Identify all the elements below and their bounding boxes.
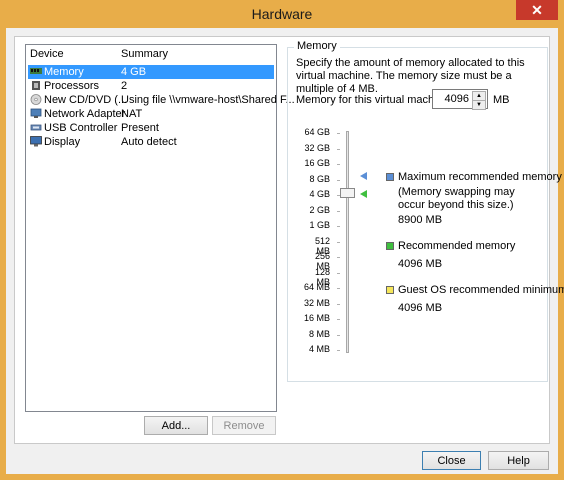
network-adapter-icon bbox=[30, 108, 42, 118]
device-row-display[interactable]: Display Auto detect bbox=[28, 135, 274, 149]
slider-tick bbox=[337, 350, 340, 351]
recommended-legend-icon bbox=[386, 242, 394, 250]
device-name: Display bbox=[44, 136, 81, 148]
max-recommended-marker-icon bbox=[360, 172, 367, 180]
help-button[interactable]: Help bbox=[488, 451, 549, 470]
device-name: New CD/DVD (... bbox=[44, 94, 128, 106]
device-row-cd-dvd[interactable]: New CD/DVD (... Using file \\vmware-host… bbox=[28, 93, 295, 107]
slider-tick bbox=[337, 257, 340, 258]
close-button[interactable]: Close bbox=[422, 451, 481, 470]
device-name: Network Adapter bbox=[44, 108, 126, 120]
max-recommended-note: (Memory swapping may occur beyond this s… bbox=[398, 186, 515, 211]
guest-minimum-title: Guest OS recommended minimum bbox=[398, 284, 564, 296]
slider-tick-label: 64 MB bbox=[303, 282, 330, 292]
slider-tick bbox=[337, 273, 340, 274]
slider-tick bbox=[337, 242, 340, 243]
max-recommended-value: 8900 MB bbox=[398, 214, 443, 226]
processor-icon bbox=[32, 81, 40, 90]
memory-group-label: Memory bbox=[294, 40, 340, 52]
column-header-device[interactable]: Device bbox=[30, 48, 64, 60]
slider-tick bbox=[337, 288, 340, 289]
device-list[interactable]: Device Summary Memory 4 GB Processors 2 … bbox=[25, 44, 295, 412]
add-device-button[interactable]: Add... bbox=[144, 416, 208, 435]
remove-device-button[interactable]: Remove bbox=[212, 416, 276, 435]
device-summary: Present bbox=[121, 122, 159, 134]
slider-tick bbox=[337, 226, 340, 227]
stepper-down-icon[interactable]: ▼ bbox=[472, 100, 486, 110]
column-header-summary[interactable]: Summary bbox=[121, 48, 168, 60]
memory-size-stepper[interactable]: 4096 ▲ ▼ bbox=[432, 89, 488, 110]
window-frame-right bbox=[558, 28, 564, 480]
device-summary: Auto detect bbox=[121, 136, 177, 148]
memory-icon bbox=[30, 68, 42, 74]
guest-minimum-legend-icon bbox=[386, 286, 394, 294]
usb-controller-icon bbox=[30, 124, 42, 131]
window-frame-bottom bbox=[0, 474, 564, 480]
slider-tick-label: 4 GB bbox=[309, 189, 330, 199]
device-name: USB Controller bbox=[44, 122, 118, 134]
recommended-title: Recommended memory bbox=[398, 240, 516, 252]
max-recommended-title: Maximum recommended memory bbox=[398, 171, 562, 183]
device-summary: 4 GB bbox=[121, 66, 147, 78]
slider-tick-label: 8 MB bbox=[308, 329, 330, 339]
device-name: Processors bbox=[44, 80, 100, 92]
slider-tick-label: 2 GB bbox=[309, 205, 330, 215]
slider-tick-label: 16 MB bbox=[303, 313, 330, 323]
window-title: Hardware bbox=[251, 6, 313, 22]
slider-tick-label: 32 GB bbox=[304, 143, 330, 153]
memory-slider-thumb[interactable] bbox=[340, 188, 355, 198]
device-summary: Using file \\vmware-host\Shared F... bbox=[121, 94, 295, 106]
device-row-usb-controller[interactable]: USB Controller Present bbox=[28, 121, 274, 135]
memory-slider-track[interactable] bbox=[346, 131, 349, 353]
slider-tick-label: 32 MB bbox=[303, 298, 330, 308]
slider-tick-label: 4 MB bbox=[308, 344, 330, 354]
memory-unit-label: MB bbox=[493, 94, 510, 106]
slider-tick-label: 8 GB bbox=[309, 174, 330, 184]
slider-tick bbox=[337, 319, 340, 320]
slider-tick bbox=[337, 304, 340, 305]
recommended-value: 4096 MB bbox=[398, 258, 443, 270]
slider-tick bbox=[337, 335, 340, 336]
display-icon bbox=[30, 136, 42, 147]
guest-minimum-value: 4096 MB bbox=[398, 302, 443, 314]
device-row-processors[interactable]: Processors 2 bbox=[28, 79, 274, 93]
slider-tick-label: 16 GB bbox=[304, 158, 330, 168]
close-icon[interactable]: ✕ bbox=[516, 0, 558, 20]
device-summary: NAT bbox=[121, 108, 143, 120]
device-row-network-adapter[interactable]: Network Adapter NAT bbox=[28, 107, 274, 121]
memory-size-value[interactable]: 4096 bbox=[445, 93, 469, 105]
memory-field-label: Memory for this virtual machine: bbox=[296, 94, 452, 106]
memory-description: Specify the amount of memory allocated t… bbox=[296, 57, 525, 95]
slider-tick bbox=[337, 164, 340, 165]
slider-tick bbox=[337, 149, 340, 150]
slider-tick bbox=[337, 133, 340, 134]
device-name: Memory bbox=[44, 66, 84, 78]
recommended-marker-icon bbox=[360, 190, 367, 198]
slider-tick bbox=[337, 180, 340, 181]
slider-tick bbox=[337, 211, 340, 212]
device-summary: 2 bbox=[121, 80, 128, 92]
title-bar: Hardware ✕ bbox=[0, 0, 564, 28]
slider-tick-label: 1 GB bbox=[309, 220, 330, 230]
device-row-memory[interactable]: Memory 4 GB bbox=[28, 65, 274, 79]
slider-tick-label: 64 GB bbox=[304, 127, 330, 137]
max-recommended-legend-icon bbox=[386, 173, 394, 181]
cd-dvd-icon bbox=[30, 94, 42, 105]
